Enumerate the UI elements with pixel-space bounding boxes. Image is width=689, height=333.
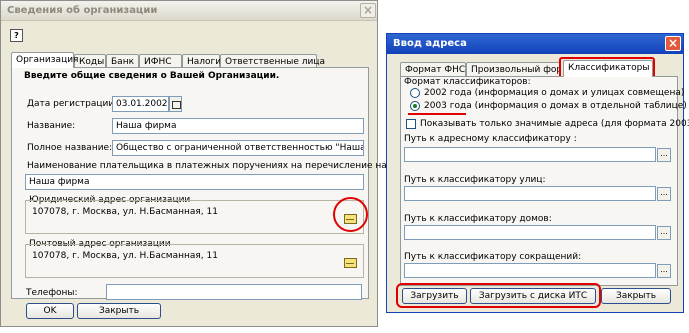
tab-responsible[interactable]: Ответственные лица: [220, 54, 325, 68]
close-icon[interactable]: ×: [665, 36, 681, 51]
tab-free-format[interactable]: Произвольный формат: [466, 62, 561, 76]
organization-panel: Введите общие сведения о Вашей Организац…: [11, 67, 417, 299]
organization-window-title: Сведения об организации: [1, 1, 377, 21]
tab-codes[interactable]: Коды: [74, 54, 106, 68]
path-houses-field[interactable]: [404, 225, 656, 240]
tab-classifiers[interactable]: Классификаторы: [563, 60, 653, 77]
reg-date-field[interactable]: 03.01.2002: [112, 96, 169, 112]
payer-field[interactable]: Наша фирма: [25, 174, 364, 190]
browse-abbrev-button[interactable]: ...: [657, 264, 671, 278]
radio-2002[interactable]: [410, 88, 420, 98]
browse-address-button[interactable]: ...: [657, 148, 671, 162]
postal-address-group: 107078, г. Москва, ул. Н.Басманная, 11: [25, 244, 364, 278]
path-address-field[interactable]: [404, 147, 656, 162]
classifiers-panel: Формат классификаторов: 2002 года (инфор…: [400, 76, 689, 286]
ok-button[interactable]: OK: [26, 303, 74, 319]
panel-heading: Введите общие сведения о Вашей Организац…: [24, 71, 280, 81]
payer-label: Наименование плательщика в платежных пор…: [27, 161, 417, 171]
help-icon[interactable]: ?: [10, 29, 23, 42]
tab-taxes[interactable]: Налоги: [182, 54, 221, 68]
radio-2003[interactable]: [410, 101, 420, 111]
legal-address-group: 107078, г. Москва, ул. Н.Басманная, 11: [25, 200, 364, 234]
address-window-title: Ввод адреса: [387, 34, 683, 54]
radio-2002-label: 2002 года (информация о домах и улицах с…: [424, 88, 685, 98]
format-label: Формат классификаторов:: [404, 77, 531, 87]
phones-label: Телефоны:: [26, 288, 78, 298]
significant-only-checkbox[interactable]: [406, 119, 416, 129]
calendar-icon[interactable]: [169, 96, 182, 112]
path-houses-label: Путь к классификатору домов:: [404, 214, 552, 224]
phones-field[interactable]: [106, 284, 362, 300]
address-window: Ввод адреса × Формат ФНС Произвольный фо…: [386, 33, 689, 313]
tab-organization[interactable]: Организация: [11, 52, 78, 68]
close-icon[interactable]: ×: [360, 3, 376, 18]
tab-fns-format[interactable]: Формат ФНС: [400, 62, 466, 76]
postal-address-value: 107078, г. Москва, ул. Н.Басманная, 11: [32, 251, 218, 261]
name-field[interactable]: Наша фирма: [112, 118, 364, 134]
close-button[interactable]: Закрыть: [601, 288, 671, 304]
envelope-icon[interactable]: [344, 258, 357, 268]
name-label: Название:: [27, 121, 76, 131]
radio-2003-label: 2003 года (информация о домах в отдельно…: [424, 101, 687, 111]
path-streets-field[interactable]: [404, 186, 656, 201]
full-name-label: Полное название:: [27, 143, 113, 153]
significant-only-label: Показывать только значимые адреса (для ф…: [420, 119, 689, 129]
highlight-ring: [333, 197, 368, 232]
organization-window: Сведения об организации × ? Организация …: [0, 0, 417, 327]
tab-ifns[interactable]: ИФНС: [139, 54, 182, 68]
highlight-box: [396, 283, 601, 308]
browse-houses-button[interactable]: ...: [657, 226, 671, 240]
full-name-field[interactable]: Общество с ограниченной ответственностью…: [112, 140, 364, 156]
underline-highlight: [408, 113, 466, 115]
path-abbrev-field[interactable]: [404, 263, 656, 278]
path-abbrev-label: Путь к классификатору сокращений:: [404, 252, 582, 262]
tab-bank[interactable]: Банк: [106, 54, 139, 68]
close-button[interactable]: Закрыть: [77, 303, 161, 319]
legal-address-value: 107078, г. Москва, ул. Н.Басманная, 11: [32, 207, 218, 217]
reg-date-label: Дата регистрации:: [27, 99, 118, 109]
path-streets-label: Путь к классификатору улиц:: [404, 175, 546, 185]
path-address-label: Путь к адресному классификатору :: [404, 134, 577, 144]
browse-streets-button[interactable]: ...: [657, 187, 671, 201]
